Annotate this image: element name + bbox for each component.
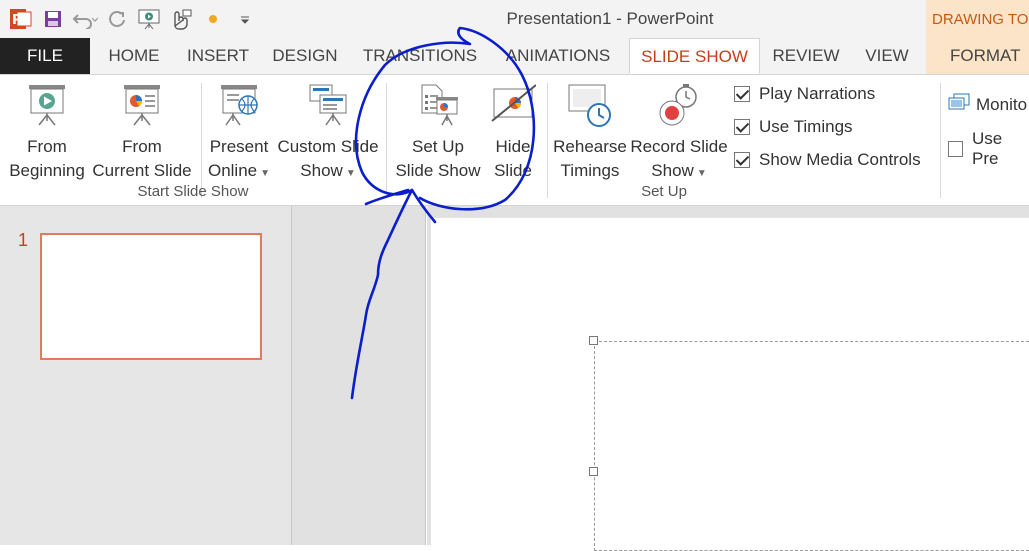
tab-view[interactable]: VIEW xyxy=(856,38,918,74)
set-up-group-label: Set Up xyxy=(641,183,687,200)
custom-slide-show-icon xyxy=(274,83,382,127)
monitor-label: Monito xyxy=(976,95,1028,114)
from-beginning-button[interactable]: From Beginning xyxy=(4,79,90,189)
checkbox-checked-icon[interactable] xyxy=(734,119,750,135)
ribbon-separator xyxy=(547,83,548,198)
hide-slide-label-2: Slide xyxy=(494,161,532,180)
hide-slide-button[interactable]: Hide Slide xyxy=(486,79,540,189)
checkbox-checked-icon[interactable] xyxy=(734,86,750,102)
present-online-icon xyxy=(204,83,274,127)
tab-format[interactable]: FORMAT xyxy=(950,38,1029,74)
set-up-slide-show-icon xyxy=(392,83,484,127)
tab-review[interactable]: REVIEW xyxy=(768,38,844,74)
record-slide-show-icon xyxy=(628,83,730,127)
from-beginning-icon xyxy=(4,83,90,127)
resize-handle[interactable] xyxy=(589,467,598,476)
use-timings-label: Use Timings xyxy=(759,117,853,136)
record-slide-show-button[interactable]: Record Slide Show ▼ xyxy=(628,79,730,189)
hide-slide-label-1: Hide xyxy=(495,137,531,156)
tab-transitions[interactable]: TRANSITIONS xyxy=(358,38,482,74)
ribbon-separator xyxy=(201,83,202,198)
tab-insert[interactable]: INSERT xyxy=(180,38,256,74)
dropdown-arrow-icon: ▼ xyxy=(696,168,707,179)
ribbon-panel: From Beginning From Current Slide Presen… xyxy=(0,75,1029,206)
slide-number: 1 xyxy=(18,230,29,250)
rehearse-label-2: Timings xyxy=(560,161,620,180)
record-label-1: Record Slide xyxy=(630,137,728,156)
group-separator xyxy=(386,83,387,198)
use-presenter-view-label: Use Pre xyxy=(972,129,1003,168)
present-online-label-2: Online ▼ xyxy=(207,161,271,180)
hide-slide-icon xyxy=(486,83,540,127)
from-beginning-label-1: From xyxy=(27,137,67,156)
tab-home[interactable]: HOME xyxy=(96,38,172,74)
ribbon-tabs: FILE HOME INSERT DESIGN TRANSITIONS ANIM… xyxy=(0,38,1029,75)
tab-animations[interactable]: ANIMATIONS xyxy=(496,38,620,74)
set-up-slide-show-button[interactable]: Set Up Slide Show xyxy=(392,79,484,189)
contextual-tab-group-label: DRAWING TOOLS xyxy=(926,0,1029,38)
group-separator xyxy=(940,83,941,198)
from-beginning-label-2: Beginning xyxy=(9,161,85,180)
from-current-slide-button[interactable]: From Current Slide xyxy=(90,79,194,189)
present-online-label-1: Present xyxy=(209,137,269,156)
custom-show-label-2: Show ▼ xyxy=(300,161,356,180)
rehearse-label-1: Rehearse xyxy=(553,137,627,156)
setup-show-label-1: Set Up xyxy=(412,137,464,156)
checkbox-unchecked-icon[interactable] xyxy=(948,141,963,157)
show-media-controls-checkbox[interactable]: Show Media Controls xyxy=(734,148,921,172)
monitor-dropdown[interactable]: Monito xyxy=(948,93,1027,117)
custom-show-label-1: Custom Slide xyxy=(277,137,379,156)
dropdown-arrow-icon: ▼ xyxy=(260,168,271,179)
tab-design[interactable]: DESIGN xyxy=(266,38,344,74)
text-placeholder[interactable] xyxy=(594,341,1029,551)
play-narrations-checkbox[interactable]: Play Narrations xyxy=(734,82,875,106)
setup-show-label-2: Slide Show xyxy=(395,161,481,180)
resize-handle[interactable] xyxy=(589,336,598,345)
rehearse-timings-icon xyxy=(552,83,628,127)
tab-slide-show[interactable]: SLIDE SHOW xyxy=(629,38,760,74)
show-media-controls-label: Show Media Controls xyxy=(759,150,921,169)
window-title: Presentation1 - PowerPoint xyxy=(506,9,714,28)
from-current-slide-icon xyxy=(90,83,194,127)
record-label-2: Show ▼ xyxy=(651,161,707,180)
rehearse-timings-button[interactable]: Rehearse Timings xyxy=(552,79,628,189)
checkbox-checked-icon[interactable] xyxy=(734,152,750,168)
title-bar: P Presentation1 - PowerPoint DRAWING TOO… xyxy=(0,0,1029,38)
monitor-icon xyxy=(948,93,970,118)
start-slide-show-group-label: Start Slide Show xyxy=(137,183,249,200)
from-current-label-2: Current Slide xyxy=(92,161,192,180)
use-presenter-view-checkbox[interactable]: Use Pre xyxy=(948,129,1029,168)
pane-splitter[interactable] xyxy=(291,206,426,545)
tab-file[interactable]: FILE xyxy=(0,38,90,74)
slide-thumbnail[interactable] xyxy=(40,233,262,360)
play-narrations-label: Play Narrations xyxy=(759,84,876,103)
custom-slide-show-button[interactable]: Custom Slide Show ▼ xyxy=(274,79,382,189)
from-current-label-1: From xyxy=(122,137,162,156)
dropdown-arrow-icon: ▼ xyxy=(345,168,356,179)
present-online-button[interactable]: Present Online ▼ xyxy=(204,79,274,189)
use-timings-checkbox[interactable]: Use Timings xyxy=(734,115,853,139)
